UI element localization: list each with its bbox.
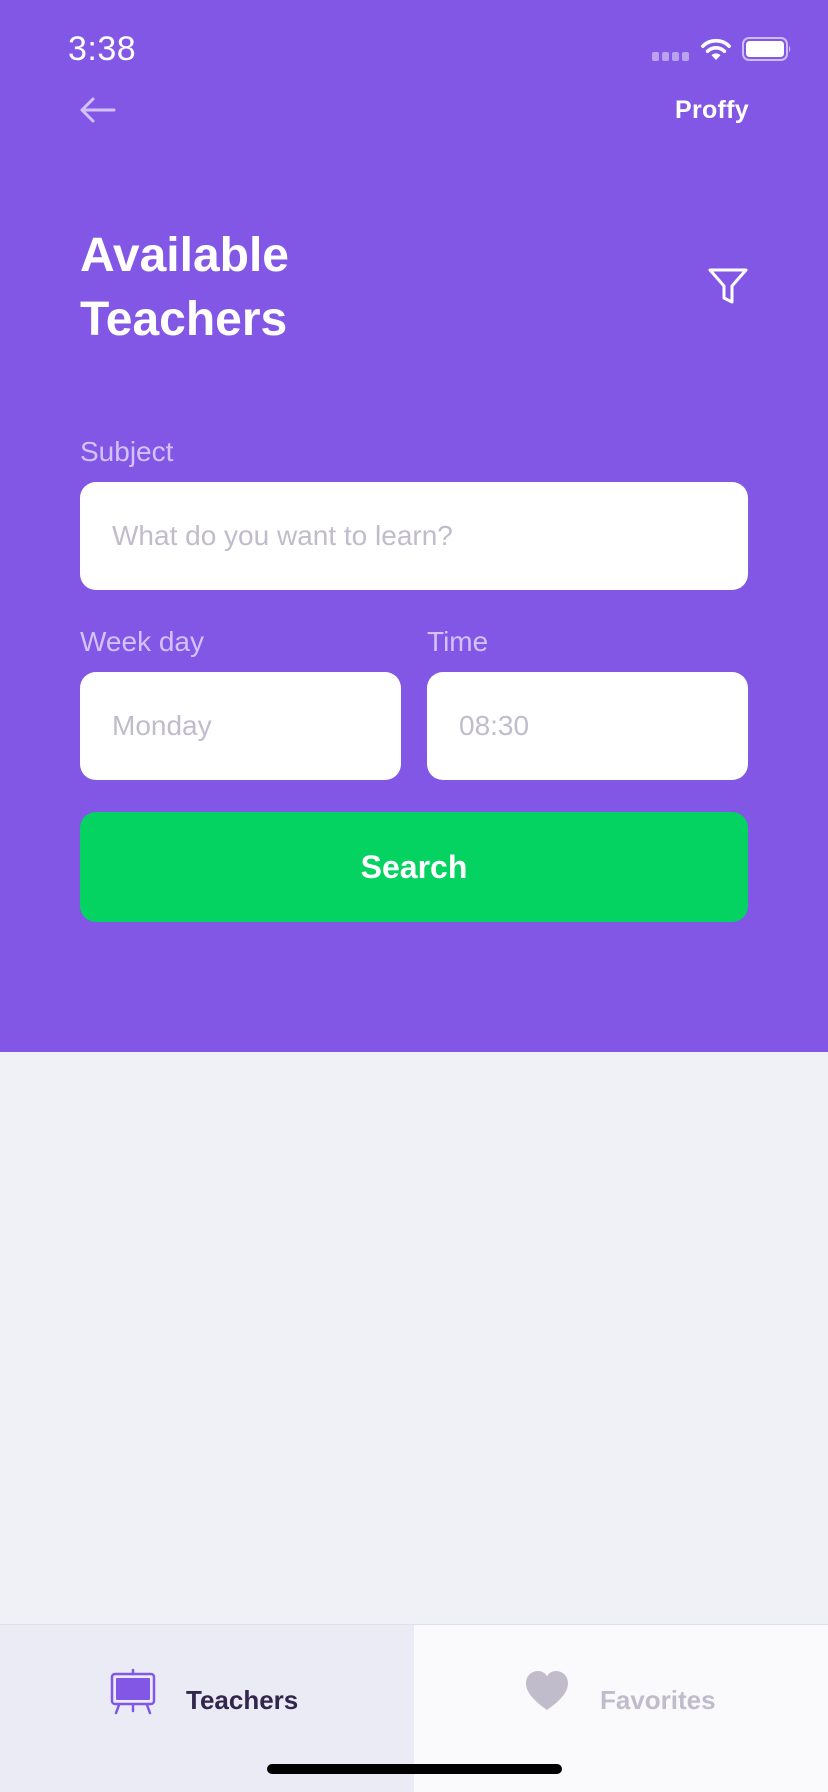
subject-label: Subject — [80, 436, 174, 467]
tab-teachers-label: Teachers — [186, 1685, 299, 1715]
page-header: 3:38 Proffy Available Teachers Subject W… — [0, 0, 828, 1052]
nav-bar: Proffy — [0, 90, 828, 130]
subject-input[interactable] — [80, 482, 748, 590]
home-indicator[interactable] — [267, 1764, 562, 1774]
cellular-signal-icon — [652, 52, 690, 62]
heart-icon — [526, 1671, 568, 1710]
wifi-icon — [701, 38, 731, 60]
status-time: 3:38 — [68, 30, 137, 68]
page-title: Available Teachers — [80, 229, 289, 346]
tab-favorites-label: Favorites — [600, 1685, 716, 1715]
week-day-label: Week day — [80, 626, 204, 657]
battery-icon — [742, 37, 791, 61]
back-arrow-icon[interactable] — [78, 90, 118, 130]
week-day-select[interactable] — [80, 672, 401, 780]
search-button[interactable]: Search — [80, 812, 748, 922]
status-bar: 3:38 — [0, 0, 828, 100]
time-input[interactable] — [427, 672, 748, 780]
brand-logo: Proffy — [674, 96, 749, 124]
easel-icon — [110, 1668, 156, 1715]
time-label: Time — [427, 626, 489, 657]
filter-icon[interactable] — [706, 264, 750, 308]
